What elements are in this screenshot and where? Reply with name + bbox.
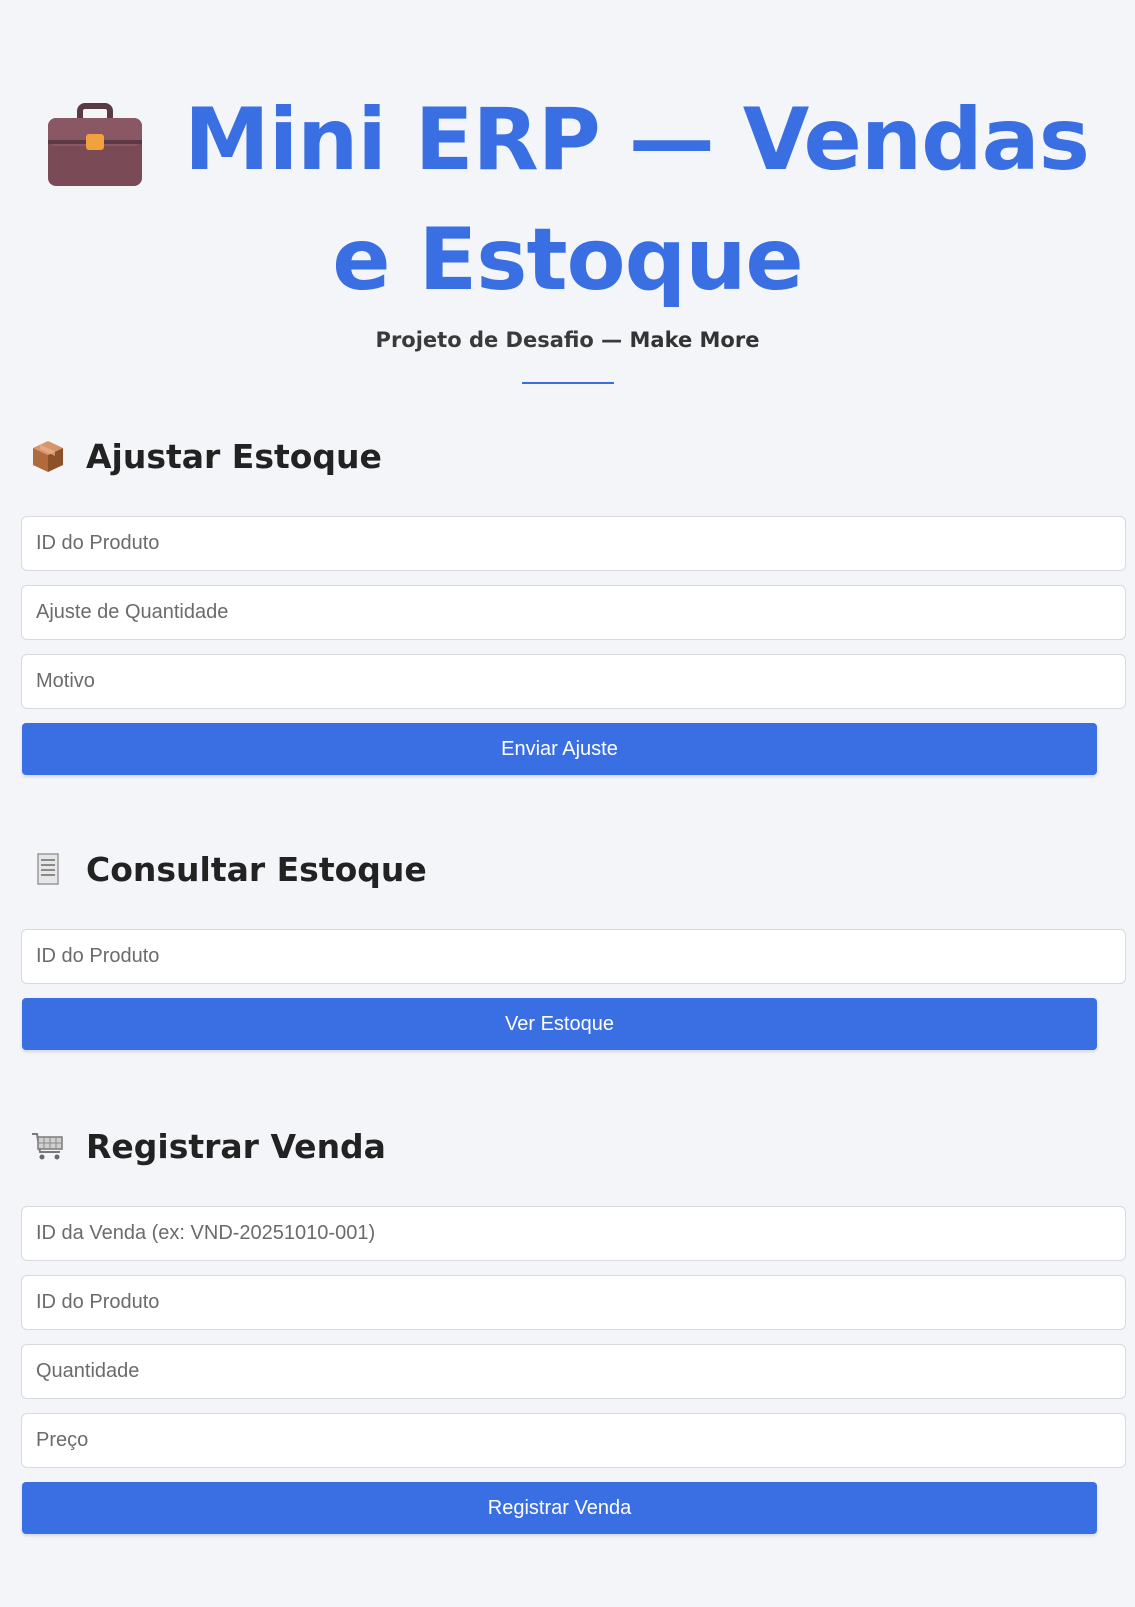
view-stock-button[interactable]: Ver Estoque — [22, 998, 1097, 1050]
package-icon — [30, 438, 66, 474]
cart-icon — [30, 1128, 66, 1164]
query-stock-title: Consultar Estoque — [86, 849, 427, 889]
register-sale-button[interactable]: Registrar Venda — [22, 1482, 1097, 1534]
sale-id-input[interactable] — [21, 1206, 1126, 1261]
adjust-reason-input[interactable] — [21, 654, 1126, 709]
page-subtitle: Projeto de Desafio — Make More — [22, 328, 1113, 352]
adjust-stock-heading: Ajustar Estoque — [22, 436, 1113, 476]
header: Mini ERP — Vendas e Estoque Projeto de D… — [22, 0, 1113, 384]
page: Mini ERP — Vendas e Estoque Projeto de D… — [0, 0, 1135, 1607]
register-sale-title: Registrar Venda — [86, 1126, 386, 1166]
submit-adjustment-button[interactable]: Enviar Ajuste — [22, 723, 1097, 775]
sale-price-input[interactable] — [21, 1413, 1126, 1468]
query-product-id-input[interactable] — [21, 929, 1126, 984]
sale-product-id-input[interactable] — [21, 1275, 1126, 1330]
register-sale-heading: Registrar Venda — [22, 1126, 1113, 1166]
subtitle-prefix: Projeto de Desafio — — [375, 328, 630, 352]
adjust-stock-title: Ajustar Estoque — [86, 436, 382, 476]
briefcase-icon — [46, 102, 144, 188]
query-stock-heading: Consultar Estoque — [22, 849, 1113, 889]
register-sale-section: Registrar Venda Registrar Venda — [21, 1126, 1126, 1534]
adjust-quantity-input[interactable] — [21, 585, 1126, 640]
page-title-line2: e Estoque — [332, 210, 804, 310]
subtitle-brand: Make More — [629, 328, 760, 352]
title-underline — [521, 382, 614, 384]
adjust-product-id-input[interactable] — [21, 516, 1126, 571]
page-title-line1: Mini ERP — Vendas — [22, 80, 1113, 200]
query-stock-section: Consultar Estoque Ver Estoque — [21, 849, 1126, 1050]
sale-quantity-input[interactable] — [21, 1344, 1126, 1399]
title-text-line1: Mini ERP — Vendas — [184, 90, 1090, 190]
adjust-stock-section: Ajustar Estoque Enviar Ajuste — [21, 436, 1126, 775]
receipt-icon — [30, 851, 66, 887]
